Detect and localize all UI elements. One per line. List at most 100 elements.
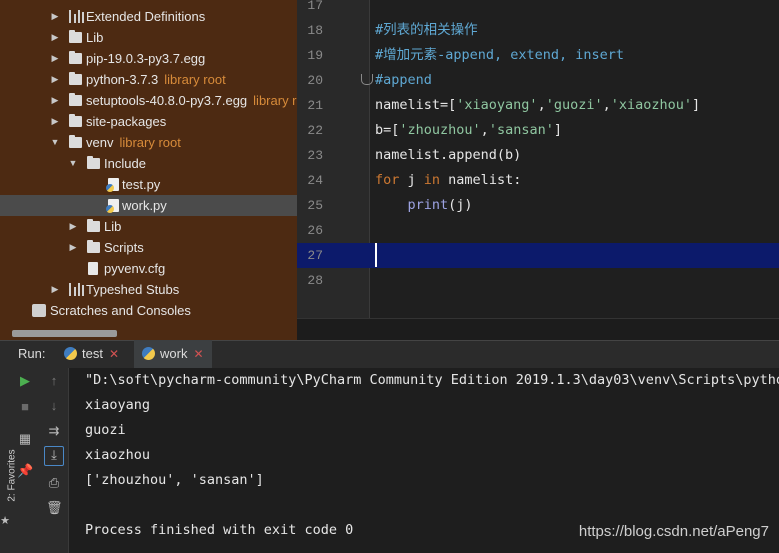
tree-item-site-packages[interactable]: ▶ site-packages [0, 111, 297, 132]
tree-item-lib[interactable]: ▶ Lib [0, 27, 297, 48]
close-icon[interactable]: ✕ [109, 347, 119, 361]
library-icon [69, 283, 84, 296]
print-icon[interactable]: ⎙ [46, 475, 62, 491]
tree-item-label: Include [104, 156, 146, 171]
tab-work[interactable]: work ✕ [134, 340, 212, 368]
layout-icon[interactable]: ▦ [17, 431, 33, 447]
keyword-token: for [375, 172, 400, 188]
code-token: ] [553, 122, 562, 138]
pin-icon[interactable]: 📌 [17, 463, 33, 479]
tree-item-label: Typeshed Stubs [86, 282, 180, 297]
line-number: 21 [307, 98, 323, 113]
tree-item-label: Lib [104, 219, 122, 234]
tree-item-label: test.py [122, 177, 161, 192]
tree-item-typeshed-stubs[interactable]: ▶ Typeshed Stubs [0, 279, 297, 300]
tree-item-pip-egg[interactable]: ▶ pip-19.0.3-py3.7.egg [0, 48, 297, 69]
chevron-right-icon[interactable]: ▶ [67, 216, 79, 237]
console-line: Process finished with exit code 0 [85, 522, 354, 538]
console-line: xiaozhou [85, 447, 151, 463]
folder-icon [87, 156, 100, 169]
chevron-right-icon[interactable]: ▶ [49, 111, 61, 132]
python-run-icon [142, 347, 155, 360]
chevron-right-icon[interactable]: ▶ [49, 48, 61, 69]
line-number: 23 [307, 148, 323, 163]
python-run-icon [64, 347, 77, 360]
line-number: 22 [307, 123, 323, 138]
favorites-tool-label[interactable]: 2: Favorites [7, 449, 18, 501]
code-line-24: for j in namelist: [375, 168, 521, 193]
line-number: 19 [307, 48, 323, 63]
tree-item-venv-lib[interactable]: ▶ Lib [0, 216, 297, 237]
keyword-token: in [423, 172, 441, 188]
tree-item-label: venv library root [86, 132, 181, 153]
string-token: 'zhouzhou' [399, 122, 481, 138]
tree-item-setuptools-egg[interactable]: ▶ setuptools-40.8.0-py3.7.egg library r [0, 90, 297, 111]
text-caret [375, 243, 377, 267]
soft-wrap-icon[interactable]: ⇉ [46, 423, 62, 439]
tree-item-name: setuptools-40.8.0-py3.7.egg [86, 93, 248, 108]
tree-item-scripts[interactable]: ▶ Scripts [0, 237, 297, 258]
tab-label: test [82, 346, 103, 361]
tree-item-label: Scratches and Consoles [50, 303, 191, 318]
chevron-down-icon[interactable]: ▼ [49, 132, 61, 153]
code-line-23: namelist.append(b) [375, 147, 522, 163]
down-arrow-icon[interactable]: ↓ [46, 398, 62, 414]
scratches-icon [32, 304, 46, 317]
tree-item-test-py[interactable]: test.py [0, 174, 297, 195]
chevron-right-icon[interactable]: ▶ [67, 237, 79, 258]
code-line-21: namelist=['xiaoyang','guozi','xiaozhou'] [375, 93, 700, 118]
library-icon [69, 10, 84, 23]
chevron-down-icon[interactable]: ▼ [67, 153, 79, 174]
string-token: 'xiaoyang' [456, 97, 538, 113]
code-line-25: print(j) [375, 193, 473, 218]
tree-item-scratches[interactable]: Scratches and Consoles [0, 300, 297, 321]
library-root-tag: library root [164, 72, 226, 87]
up-arrow-icon[interactable]: ↑ [46, 373, 62, 389]
tree-item-label: setuptools-40.8.0-py3.7.egg library r [86, 90, 297, 111]
tree-item-include[interactable]: ▼ Include [0, 153, 297, 174]
code-token: , [602, 97, 611, 113]
tree-item-label: site-packages [86, 114, 167, 129]
line-number: 28 [307, 273, 323, 288]
console-line: guozi [85, 422, 126, 438]
chevron-right-icon[interactable]: ▶ [49, 6, 61, 27]
tree-item-python-373[interactable]: ▶ python-3.7.3 library root [0, 69, 297, 90]
line-number: 24 [307, 173, 323, 188]
line-number: 18 [307, 23, 323, 38]
tree-item-work-py[interactable]: work.py [0, 195, 297, 216]
stop-icon[interactable]: ■ [17, 399, 33, 415]
trash-icon[interactable]: 🗑 [46, 500, 63, 516]
scroll-to-end-icon[interactable]: ⤓ [44, 446, 64, 466]
code-token: (j) [448, 197, 473, 213]
tab-label: work [160, 346, 188, 361]
code-token: b=[ [375, 122, 400, 138]
close-icon[interactable]: ✕ [193, 347, 203, 361]
current-line-highlight [297, 243, 779, 268]
editor-breadcrumb-bar [297, 318, 779, 341]
chevron-right-icon[interactable]: ▶ [49, 90, 61, 111]
tree-item-venv[interactable]: ▼ venv library root [0, 132, 297, 153]
fold-marker-icon[interactable] [361, 74, 373, 85]
tree-item-label: Lib [86, 30, 104, 45]
tree-item-label: work.py [122, 198, 167, 213]
line-number: 17 [307, 0, 323, 13]
chevron-right-icon[interactable]: ▶ [49, 69, 61, 90]
library-root-tag: library r [253, 93, 297, 108]
rerun-icon[interactable]: ▶ [17, 373, 33, 389]
tree-item-pyvenv-cfg[interactable]: pyvenv.cfg [0, 258, 297, 279]
chevron-right-icon[interactable]: ▶ [49, 27, 61, 48]
code-line-19: #增加元素-append, extend, insert [375, 47, 625, 63]
tree-item-extended-definitions[interactable]: ▶ Extended Definitions [0, 6, 297, 27]
project-tree: ▶ Extended Definitions ▶ Lib ▶ pip-19.0.… [0, 0, 297, 340]
folder-icon [69, 93, 82, 106]
tab-test[interactable]: test ✕ [56, 340, 127, 368]
run-label: Run: [18, 346, 46, 361]
chevron-right-icon[interactable]: ▶ [49, 279, 61, 300]
tree-item-name: python-3.7.3 [86, 72, 159, 87]
code-line-20: #append [375, 72, 432, 88]
console-line: "D:\soft\pycharm-community\PyCharm Commu… [85, 372, 779, 388]
config-file-icon [88, 262, 98, 275]
tree-horizontal-scrollbar[interactable] [12, 330, 117, 337]
string-token: 'xiaozhou' [610, 97, 693, 113]
star-icon[interactable]: ★ [0, 513, 13, 529]
